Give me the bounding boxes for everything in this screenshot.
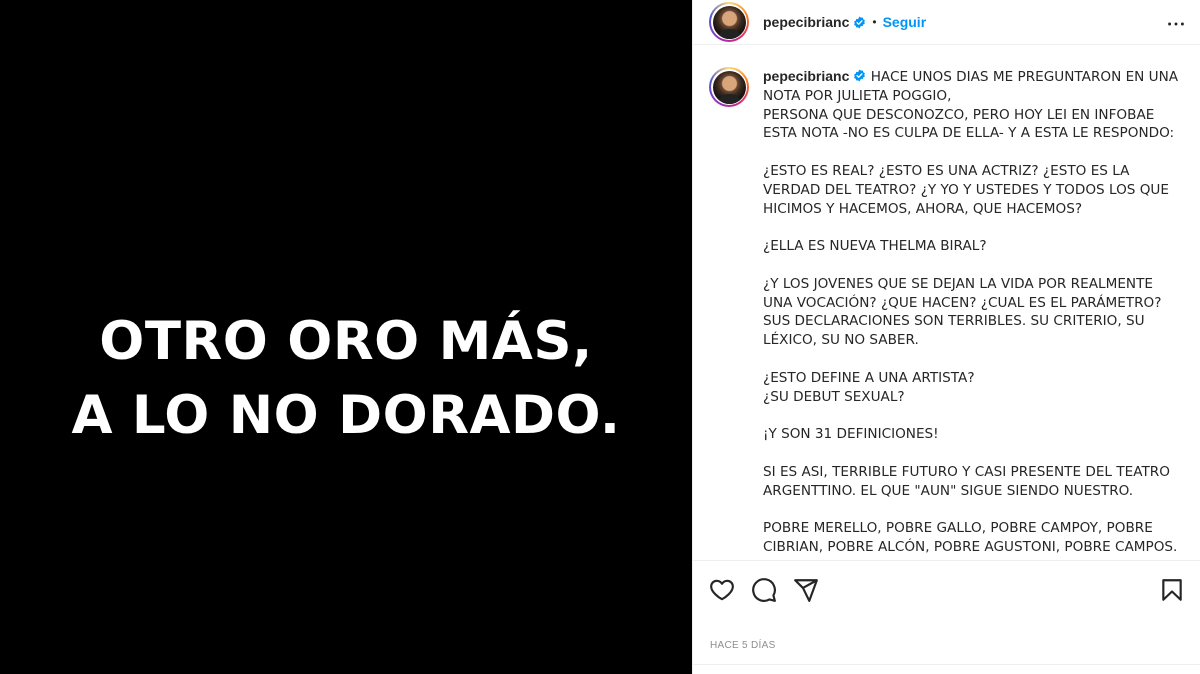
post-header: pepecibrianc • Seguir — [693, 0, 1200, 45]
more-horizontal-icon[interactable] — [1164, 12, 1188, 36]
bookmark-icon[interactable] — [1159, 577, 1185, 603]
author-avatar[interactable] — [709, 2, 749, 42]
header-separator: • — [872, 15, 877, 29]
post-timestamp[interactable]: HACE 5 DÍAS — [710, 640, 776, 651]
caption-text-block: pepecibrianc HACE UNOS DIAS ME PREGUNTAR… — [763, 67, 1183, 557]
action-bar — [693, 560, 1200, 620]
media-headline: OTRO ORO MÁS, A LO NO DORADO. — [0, 305, 692, 453]
send-icon[interactable] — [793, 577, 819, 603]
instagram-post: OTRO ORO MÁS, A LO NO DORADO. pepecibria… — [0, 0, 1200, 674]
heart-icon[interactable] — [709, 577, 735, 603]
verified-badge-icon — [853, 69, 866, 82]
caption-username[interactable]: pepecibrianc — [763, 68, 849, 84]
author-username[interactable]: pepecibrianc — [763, 14, 849, 30]
caption-comment: pepecibrianc HACE UNOS DIAS ME PREGUNTAR… — [693, 55, 1200, 557]
verified-badge-icon — [853, 16, 866, 29]
comment-icon[interactable] — [751, 577, 777, 603]
divider — [693, 664, 1200, 665]
follow-button[interactable]: Seguir — [883, 14, 927, 30]
media-headline-line-1: OTRO ORO MÁS, — [99, 311, 593, 372]
media-headline-line-2: A LO NO DORADO. — [71, 385, 621, 446]
post-media-image[interactable]: OTRO ORO MÁS, A LO NO DORADO. — [0, 0, 692, 674]
caption-author-avatar[interactable] — [709, 67, 749, 107]
post-side-panel: pepecibrianc • Seguir pepecibrianc HACE … — [692, 0, 1200, 674]
avatar-photo — [712, 5, 746, 39]
comments-scroll-area[interactable]: pepecibrianc HACE UNOS DIAS ME PREGUNTAR… — [693, 55, 1200, 560]
avatar-photo — [712, 70, 746, 104]
caption-text: HACE UNOS DIAS ME PREGUNTARON EN UNA NOT… — [763, 69, 1179, 555]
